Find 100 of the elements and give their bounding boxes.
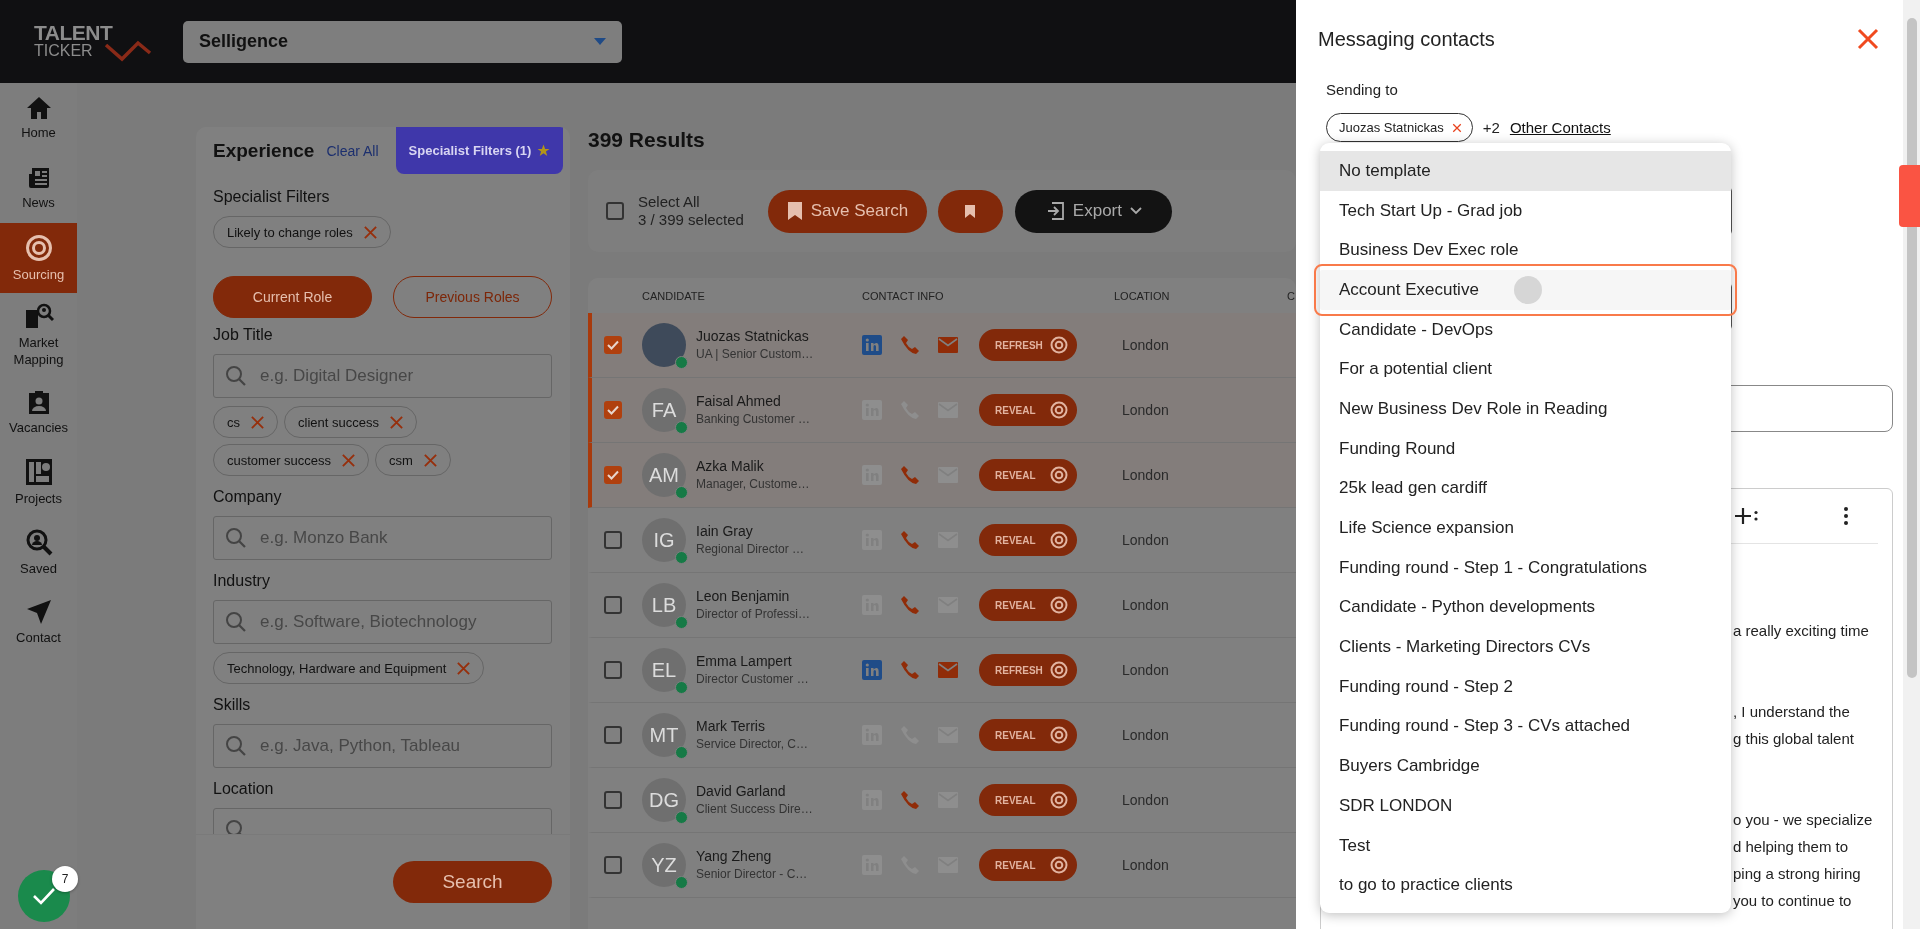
- template-option[interactable]: Candidate - Python developments: [1320, 587, 1731, 628]
- nav-item[interactable]: Market Mapping: [0, 293, 77, 377]
- nav-item[interactable]: News: [0, 153, 77, 223]
- template-option[interactable]: Funding round - Step 3 - CVs attached: [1320, 706, 1731, 747]
- clear-all-link[interactable]: Clear All: [326, 142, 379, 159]
- role-tab[interactable]: Current Role: [213, 276, 372, 318]
- plus-dots-icon[interactable]: [1733, 505, 1759, 527]
- remove-icon[interactable]: [388, 414, 404, 430]
- nav-item[interactable]: Projects: [0, 447, 77, 517]
- other-contacts-link[interactable]: Other Contacts: [1509, 119, 1611, 136]
- specialist-filters-tab[interactable]: Specialist Filters (1): [396, 127, 563, 174]
- candidate-row[interactable]: MT Mark Terris Service Director, C… REVEAL London: [588, 703, 1296, 768]
- remove-icon[interactable]: [250, 414, 265, 430]
- reveal-button[interactable]: REVEAL: [979, 719, 1077, 751]
- remove-icon[interactable]: [341, 452, 357, 468]
- close-button[interactable]: [1856, 27, 1880, 51]
- candidate-row[interactable]: DG David Garland Client Success Dire… REVEAL London: [588, 768, 1296, 833]
- refresh-button[interactable]: REFRESH: [979, 654, 1077, 686]
- recipient-chip[interactable]: Juozas Statnickas: [1326, 113, 1473, 142]
- remove-icon[interactable]: [422, 452, 438, 468]
- remove-icon[interactable]: [456, 660, 472, 676]
- template-option[interactable]: Candidate - DevOps: [1320, 309, 1731, 350]
- phone-icon[interactable]: [900, 530, 920, 550]
- phone-icon[interactable]: [900, 465, 920, 485]
- candidate-row[interactable]: IG Iain Gray Regional Director … REVEAL London: [588, 508, 1296, 573]
- checkbox[interactable]: [604, 466, 622, 484]
- candidate-row[interactable]: LB Leon Benjamin Director of Professi… REVEAL London: [588, 573, 1296, 638]
- scrollbar[interactable]: [1903, 0, 1920, 929]
- workspace-select[interactable]: Selligence: [183, 20, 622, 63]
- candidate-name[interactable]: Faisal Ahmed: [696, 392, 811, 410]
- phone-icon[interactable]: [900, 660, 920, 680]
- bookmark-button[interactable]: [937, 189, 1003, 233]
- candidate-name[interactable]: Leon Benjamin: [696, 587, 811, 605]
- template-option[interactable]: Funding round - Step 2: [1320, 666, 1731, 707]
- template-option[interactable]: Funding round - Step 1 - Congratulations: [1320, 547, 1731, 588]
- nav-item[interactable]: Saved: [0, 517, 77, 587]
- search-field[interactable]: e.g. Software, Biotechnology: [213, 600, 552, 644]
- reveal-button[interactable]: REVEAL: [979, 849, 1077, 881]
- phone-icon[interactable]: [900, 335, 920, 355]
- scrollbar-thumb[interactable]: [1907, 18, 1917, 678]
- candidate-name[interactable]: Iain Gray: [696, 522, 805, 540]
- template-option[interactable]: For a potential client: [1320, 349, 1731, 390]
- template-option[interactable]: Clients - Marketing Directors CVs: [1320, 627, 1731, 667]
- linkedin-icon[interactable]: [862, 660, 882, 680]
- checkbox[interactable]: [604, 596, 622, 614]
- checkbox[interactable]: [606, 202, 624, 220]
- search-field[interactable]: e.g. Java, Python, Tableau: [213, 724, 552, 768]
- reveal-button[interactable]: REVEAL: [979, 589, 1077, 621]
- phone-icon[interactable]: [900, 595, 920, 615]
- checkbox[interactable]: [604, 856, 622, 874]
- reveal-button[interactable]: REVEAL: [979, 394, 1077, 426]
- candidate-name[interactable]: Mark Terris: [696, 717, 809, 735]
- candidate-row[interactable]: AM Azka Malik Manager, Custome… REVEAL London: [588, 443, 1296, 508]
- checkbox[interactable]: [604, 726, 622, 744]
- nav-item[interactable]: Home: [0, 83, 77, 153]
- template-option[interactable]: 25k lead gen cardiff: [1320, 468, 1731, 509]
- candidate-name[interactable]: Azka Malik: [696, 457, 810, 475]
- template-option[interactable]: Test: [1320, 825, 1731, 866]
- remove-icon[interactable]: [362, 224, 378, 240]
- nav-item[interactable]: Sourcing: [0, 223, 77, 293]
- template-option[interactable]: SDR LONDON: [1320, 786, 1731, 826]
- remove-icon[interactable]: [1451, 122, 1462, 133]
- template-option[interactable]: Tech Start Up - Grad job: [1320, 190, 1731, 231]
- candidate-name[interactable]: Yang Zheng: [696, 847, 808, 865]
- nav-item[interactable]: Vacancies: [0, 377, 77, 447]
- email-icon[interactable]: [938, 337, 958, 353]
- checkbox[interactable]: [604, 791, 622, 809]
- candidate-row[interactable]: Juozas Statnickas UA | Senior Custom… REFRESH London: [588, 313, 1296, 378]
- search-field[interactable]: e.g. Digital Designer: [213, 354, 552, 398]
- candidate-row[interactable]: FA Faisal Ahmed Banking Customer … REVEAL London: [588, 378, 1296, 443]
- candidate-name[interactable]: David Garland: [696, 782, 813, 800]
- export-button[interactable]: Export: [1014, 189, 1172, 233]
- template-option[interactable]: Funding Round: [1320, 428, 1731, 469]
- template-option[interactable]: Business Dev Exec role: [1320, 230, 1731, 271]
- checkbox[interactable]: [604, 401, 622, 419]
- linkedin-icon[interactable]: [862, 335, 882, 355]
- search-field[interactable]: e.g. Monzo Bank: [213, 516, 552, 560]
- template-option[interactable]: New Business Dev Role in Reading: [1320, 389, 1731, 429]
- reveal-button[interactable]: REVEAL: [979, 459, 1077, 491]
- template-option[interactable]: to go to practice clients: [1320, 865, 1731, 906]
- phone-icon[interactable]: [900, 790, 920, 810]
- search-button[interactable]: Search: [393, 861, 552, 903]
- candidate-name[interactable]: Juozas Statnickas: [696, 327, 814, 345]
- email-icon[interactable]: [938, 662, 958, 678]
- field-label: Industry: [213, 572, 271, 591]
- more-icon[interactable]: [1843, 506, 1849, 526]
- template-option[interactable]: Buyers Cambridge: [1320, 746, 1731, 786]
- candidate-row[interactable]: EL Emma Lampert Director Customer … REFRESH London: [588, 638, 1296, 703]
- template-option[interactable]: Life Science expansion: [1320, 508, 1731, 548]
- candidate-row[interactable]: YZ Yang Zheng Senior Director - C… REVEAL London: [588, 833, 1296, 898]
- checkbox[interactable]: [604, 336, 622, 354]
- nav-item[interactable]: Contact: [0, 587, 77, 657]
- reveal-button[interactable]: REVEAL: [979, 524, 1077, 556]
- save-search-button[interactable]: Save Search: [767, 189, 927, 233]
- candidate-name[interactable]: Emma Lampert: [696, 652, 809, 670]
- refresh-button[interactable]: REFRESH: [979, 329, 1077, 361]
- checkbox[interactable]: [604, 661, 622, 679]
- template-option[interactable]: No template: [1320, 151, 1731, 191]
- checkbox[interactable]: [604, 531, 622, 549]
- reveal-button[interactable]: REVEAL: [979, 784, 1077, 816]
